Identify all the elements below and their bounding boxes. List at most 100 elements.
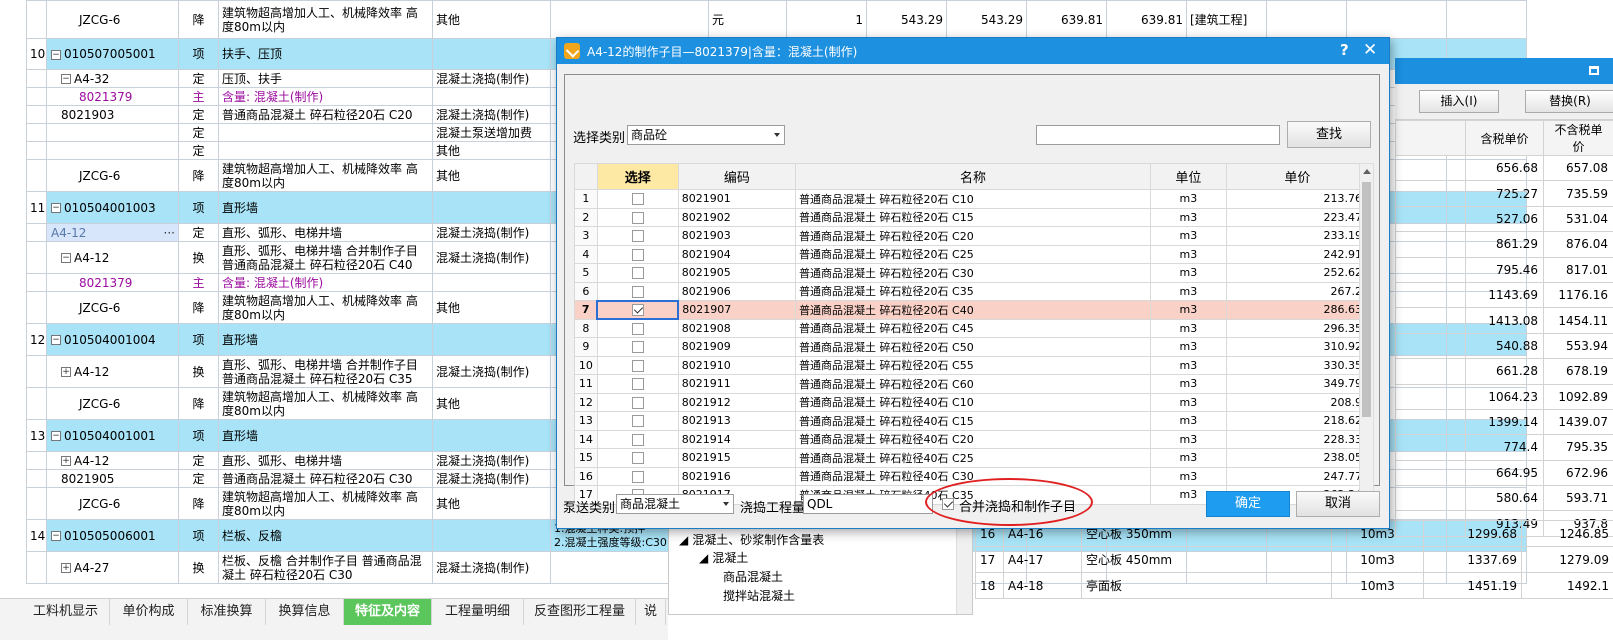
code-cell[interactable]: −010504001003 (46, 191, 179, 224)
tab-6[interactable]: 反查图形工程量 (524, 599, 636, 625)
select-cell[interactable] (596, 429, 679, 449)
tab-4[interactable]: 特征及内容 (344, 599, 432, 625)
name-cell[interactable]: 直形、弧形、电梯井墙 (218, 223, 433, 242)
spec-cell[interactable]: 混凝土浇捣(制作) (432, 241, 551, 274)
code-cell[interactable]: − A4-12 (46, 241, 179, 274)
code-cell[interactable]: + A4-12 (46, 355, 179, 388)
pour-qty-input[interactable]: QDL (803, 494, 933, 514)
select-category-combo[interactable]: 商品砼 (627, 125, 785, 145)
select-cell[interactable] (596, 263, 679, 283)
price-row[interactable]: 1064.23 1092.89 (1395, 383, 1613, 410)
price-row[interactable]: 1413.08 1454.11 (1395, 307, 1613, 334)
price-row[interactable]: 580.64 593.71 (1395, 485, 1613, 512)
spec-cell[interactable]: 其他 (432, 487, 551, 520)
tab-0[interactable]: 工料机显示 (22, 599, 110, 625)
dialog-titlebar[interactable]: A4-12的制作子目—8021379|含量：混凝土(制作) ? ✕ (557, 38, 1389, 64)
spec-cell[interactable]: 混凝土浇捣(制作) (432, 551, 551, 584)
tree-expand-icon[interactable]: ◢ (679, 533, 688, 547)
spec-cell[interactable]: 其他 (432, 159, 551, 192)
column-header[interactable]: 单价 (1225, 163, 1370, 190)
library-items-table[interactable]: 16 A4-16 空心板 350mm 10m3 1299.68 1246.85 17 A4-1… (975, 520, 1613, 599)
row-checkbox[interactable] (631, 230, 644, 243)
code-cell[interactable]: A4-12 ··· (46, 223, 179, 242)
row-checkbox[interactable] (631, 285, 644, 298)
spec-cell[interactable]: 混凝土浇捣(制作) (432, 451, 551, 470)
price-row[interactable]: 795.46 817.01 (1395, 256, 1613, 283)
quota-row[interactable]: JZCG-6 降建筑物超高增加人工、机械降效率 高度80m以内 其他元 1 543.29… (26, 0, 1527, 39)
select-cell[interactable] (596, 299, 680, 320)
ok-button[interactable]: 确定 (1206, 491, 1290, 517)
collapse-icon[interactable]: − (51, 49, 61, 60)
row-checkbox[interactable] (631, 378, 644, 391)
concrete-items-grid[interactable]: 选择 编码 名称 单位 单价 1 8021901 普通商品混凝土 碎石粒径20石 C10 m3 2… (574, 163, 1370, 505)
spec-cell[interactable]: 混凝土浇捣(制作) (432, 69, 551, 88)
select-cell[interactable] (596, 244, 679, 264)
name-cell[interactable]: 普通商品混凝土 碎石粒径20石 C30 (218, 469, 433, 488)
spec-cell[interactable]: 混凝土浇捣(制作) (432, 355, 551, 388)
grid-row[interactable]: 7 8021907 普通商品混凝土 碎石粒径20石 C40 m3 286.63 (574, 299, 1370, 320)
grid-row[interactable]: 14 8021914 普通商品混凝土 碎石粒径40石 C20 m3 228.33 (574, 429, 1370, 449)
grid-row[interactable]: 11 8021911 普通商品混凝土 碎石粒径20石 C60 m3 349.79 (574, 374, 1370, 394)
name-cell[interactable]: 压顶、扶手 (218, 69, 433, 88)
more-icon[interactable]: ··· (164, 226, 175, 240)
select-cell[interactable] (596, 207, 679, 227)
grid-row[interactable]: 2 8021902 普通商品混凝土 碎石粒径20石 C15 m3 223.47 (574, 207, 1370, 227)
name-cell[interactable]: 扶手、压顶 (218, 38, 433, 70)
code-cell[interactable]: −010504001001 (46, 419, 179, 452)
name-cell[interactable]: 建筑物超高增加人工、机械降效率 高度80m以内 (218, 387, 433, 420)
price-row[interactable]: 656.68 657.08 (1395, 154, 1613, 182)
row-checkbox[interactable] (631, 323, 644, 335)
code-cell[interactable] (46, 141, 179, 160)
price-row[interactable]: 861.29 876.04 (1395, 231, 1613, 258)
row-checkbox[interactable] (631, 452, 644, 465)
grid-row[interactable]: 6 8021906 普通商品混凝土 碎石粒径20石 C35 m3 267.2 (574, 281, 1370, 301)
select-cell[interactable] (596, 411, 679, 431)
code-cell[interactable]: −010505006001 (46, 519, 179, 552)
row-checkbox[interactable] (631, 415, 644, 428)
collapse-icon[interactable]: − (61, 253, 71, 263)
spec-cell[interactable] (432, 419, 551, 452)
name-cell[interactable]: 含量: 混凝土(制作) (218, 273, 433, 292)
tab-1[interactable]: 单价构成 (110, 599, 188, 625)
close-icon[interactable]: ✕ (1363, 40, 1377, 60)
tree-node[interactable]: ◢ 混凝土、砂浆制作含量表 (679, 531, 824, 548)
tree-node[interactable]: 商品混凝土 (719, 568, 783, 585)
name-cell[interactable]: 栏板、反檐 合并制作子目 普通商品混凝土 碎石粒径20石 C30 (218, 551, 433, 584)
price-row[interactable]: 774.4 795.35 (1395, 434, 1613, 461)
tab-7[interactable]: 说 (636, 599, 666, 625)
code-cell[interactable]: JZCG-6 (46, 387, 179, 420)
code-cell[interactable]: 8021379 (46, 87, 179, 106)
code-cell[interactable]: + A4-27 (46, 551, 179, 584)
name-cell[interactable]: 直形、弧形、电梯井墙 合并制作子目 普通商品混凝土 碎石粒径20石 C40 (218, 241, 433, 274)
row-checkbox[interactable] (631, 211, 644, 224)
library-price-table[interactable]: 含税单价 不含税单价 656.68 657.08 725.27 735.59 527.06 5… (1395, 120, 1613, 537)
row-checkbox[interactable] (631, 359, 644, 372)
grid-row[interactable]: 15 8021915 普通商品混凝土 碎石粒径40石 C25 m3 238.05 (574, 448, 1370, 468)
spec-cell[interactable]: 混凝土泵送增加费 (432, 123, 551, 142)
grid-row[interactable]: 9 8021909 普通商品混凝土 碎石粒径20石 C50 m3 310.92 (574, 337, 1370, 357)
price-row[interactable]: 664.95 672.96 (1395, 459, 1613, 487)
code-cell[interactable]: −010507005001 (46, 38, 179, 70)
name-cell[interactable] (218, 123, 433, 142)
collapse-icon[interactable]: − (51, 531, 61, 541)
search-button[interactable]: 查找 (1287, 121, 1371, 148)
name-cell[interactable]: 直形墙 (218, 191, 433, 224)
select-cell[interactable] (596, 318, 679, 338)
name-cell[interactable]: 含量: 混凝土(制作) (218, 87, 433, 106)
tab-5[interactable]: 工程量明细 (432, 599, 524, 625)
column-header[interactable]: 选择 (596, 163, 679, 190)
code-cell[interactable]: −010504001004 (46, 323, 179, 356)
grid-row[interactable]: 13 8021913 普通商品混凝土 碎石粒径40石 C15 m3 218.62 (574, 411, 1370, 431)
spec-cell[interactable]: 其他 (432, 291, 551, 324)
name-cell[interactable]: 建筑物超高增加人工、机械降效率 高度80m以内 (218, 291, 433, 324)
grid-scrollbar[interactable] (1359, 163, 1374, 509)
column-header[interactable]: 单位 (1150, 163, 1227, 190)
select-cell[interactable] (596, 189, 679, 209)
spec-cell[interactable] (432, 323, 551, 356)
spec-cell[interactable]: 混凝土浇捣(制作) (432, 105, 551, 124)
grid-row[interactable]: 8 8021908 普通商品混凝土 碎石粒径20石 C45 m3 296.35 (574, 318, 1370, 338)
select-cell[interactable] (596, 374, 679, 394)
name-cell[interactable]: 直形墙 (218, 323, 433, 356)
grid-row[interactable]: 4 8021904 普通商品混凝土 碎石粒径20石 C25 m3 242.91 (574, 244, 1370, 264)
name-cell[interactable] (218, 141, 433, 160)
